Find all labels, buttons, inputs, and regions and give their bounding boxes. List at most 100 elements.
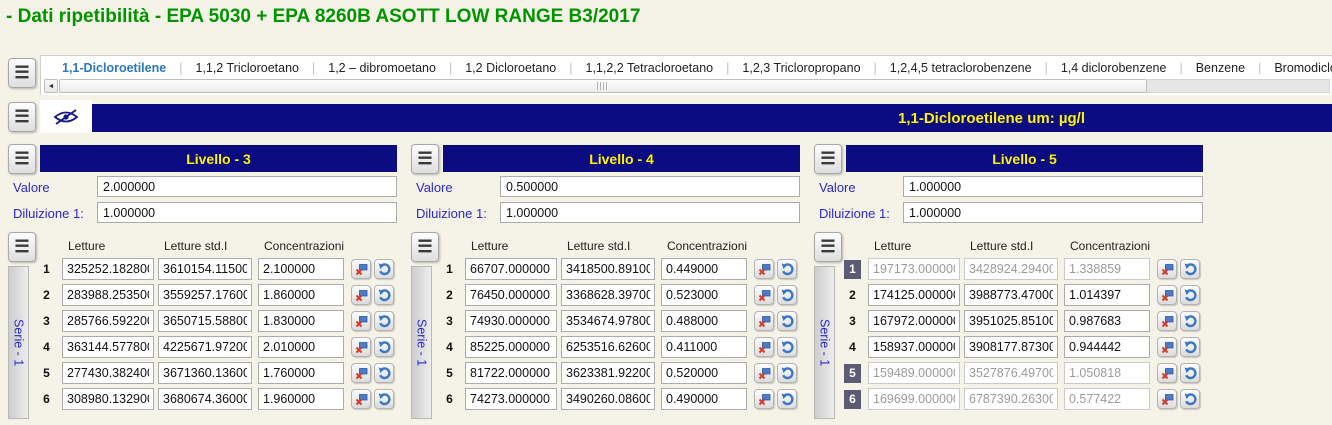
letture-std-input[interactable] bbox=[158, 284, 252, 306]
undo-reading-button[interactable] bbox=[777, 389, 797, 409]
exclude-reading-button[interactable] bbox=[1157, 259, 1177, 279]
valore-input[interactable] bbox=[500, 176, 800, 197]
undo-reading-button[interactable] bbox=[777, 311, 797, 331]
concentrazione-input[interactable] bbox=[661, 362, 747, 384]
letture-std-input[interactable] bbox=[561, 284, 655, 306]
diluizione-input[interactable] bbox=[500, 202, 800, 223]
concentrazione-input[interactable] bbox=[258, 258, 344, 280]
undo-reading-button[interactable] bbox=[1180, 363, 1200, 383]
letture-std-input[interactable] bbox=[964, 310, 1058, 332]
undo-reading-button[interactable] bbox=[374, 363, 394, 383]
tab-tricloroetano[interactable]: 1,1,2 Tricloroetano bbox=[182, 61, 312, 75]
exclude-reading-button[interactable] bbox=[754, 259, 774, 279]
table-menu-button[interactable]: ☰ bbox=[411, 232, 439, 262]
exclude-reading-button[interactable] bbox=[351, 337, 371, 357]
concentrazione-input[interactable] bbox=[1064, 284, 1150, 306]
table-menu-button[interactable]: ☰ bbox=[8, 232, 36, 262]
concentrazione-input[interactable] bbox=[258, 310, 344, 332]
exclude-reading-button[interactable] bbox=[351, 389, 371, 409]
letture-std-input[interactable] bbox=[561, 336, 655, 358]
letture-input[interactable] bbox=[465, 284, 557, 306]
diluizione-input[interactable] bbox=[97, 202, 397, 223]
concentrazione-input[interactable] bbox=[661, 336, 747, 358]
undo-reading-button[interactable] bbox=[1180, 285, 1200, 305]
letture-input[interactable] bbox=[465, 362, 557, 384]
undo-reading-button[interactable] bbox=[1180, 311, 1200, 331]
letture-input[interactable] bbox=[62, 336, 154, 358]
undo-reading-button[interactable] bbox=[777, 285, 797, 305]
letture-std-input[interactable] bbox=[561, 310, 655, 332]
exclude-reading-button[interactable] bbox=[351, 259, 371, 279]
valore-input[interactable] bbox=[903, 176, 1203, 197]
panel-menu-button[interactable]: ☰ bbox=[814, 144, 842, 174]
letture-std-input[interactable] bbox=[964, 258, 1058, 280]
panel-menu-button[interactable]: ☰ bbox=[8, 144, 36, 174]
diluizione-input[interactable] bbox=[903, 202, 1203, 223]
tab-diclorobenzene[interactable]: 1,4 diclorobenzene bbox=[1048, 61, 1180, 75]
letture-input[interactable] bbox=[868, 284, 960, 306]
exclude-reading-button[interactable] bbox=[754, 311, 774, 331]
concentrazione-input[interactable] bbox=[258, 362, 344, 384]
scrollbar-thumb[interactable] bbox=[59, 79, 1147, 93]
undo-reading-button[interactable] bbox=[1180, 337, 1200, 357]
letture-input[interactable] bbox=[465, 336, 557, 358]
letture-input[interactable] bbox=[868, 336, 960, 358]
concentrazione-input[interactable] bbox=[1064, 362, 1150, 384]
exclude-reading-button[interactable] bbox=[1157, 337, 1177, 357]
exclude-reading-button[interactable] bbox=[754, 285, 774, 305]
valore-input[interactable] bbox=[97, 176, 397, 197]
concentrazione-input[interactable] bbox=[1064, 258, 1150, 280]
letture-std-input[interactable] bbox=[158, 258, 252, 280]
undo-reading-button[interactable] bbox=[374, 259, 394, 279]
tab-dicloroetilene[interactable]: 1,1-Dicloroetilene bbox=[49, 61, 179, 75]
undo-reading-button[interactable] bbox=[374, 285, 394, 305]
exclude-reading-button[interactable] bbox=[754, 389, 774, 409]
letture-std-input[interactable] bbox=[158, 336, 252, 358]
concentrazione-input[interactable] bbox=[1064, 336, 1150, 358]
concentrazione-input[interactable] bbox=[258, 284, 344, 306]
tab-bromodiclorometano[interactable]: Bromodiclor bbox=[1261, 61, 1332, 75]
letture-input[interactable] bbox=[62, 310, 154, 332]
tab-tetraclorobenzene[interactable]: 1,2,4,5 tetraclorobenzene bbox=[877, 61, 1045, 75]
letture-input[interactable] bbox=[868, 388, 960, 410]
exclude-reading-button[interactable] bbox=[754, 337, 774, 357]
letture-input[interactable] bbox=[62, 284, 154, 306]
letture-std-input[interactable] bbox=[964, 388, 1058, 410]
toggle-visibility-button[interactable] bbox=[40, 100, 92, 133]
letture-input[interactable] bbox=[465, 310, 557, 332]
exclude-reading-button[interactable] bbox=[351, 363, 371, 383]
concentrazione-input[interactable] bbox=[1064, 310, 1150, 332]
exclude-reading-button[interactable] bbox=[754, 363, 774, 383]
letture-input[interactable] bbox=[868, 362, 960, 384]
scrollbar-track[interactable] bbox=[1147, 79, 1330, 93]
letture-input[interactable] bbox=[868, 258, 960, 280]
letture-std-input[interactable] bbox=[158, 362, 252, 384]
letture-std-input[interactable] bbox=[158, 388, 252, 410]
undo-reading-button[interactable] bbox=[1180, 259, 1200, 279]
undo-reading-button[interactable] bbox=[374, 337, 394, 357]
letture-input[interactable] bbox=[62, 388, 154, 410]
tabs-menu-button[interactable]: ☰ bbox=[8, 58, 36, 88]
exclude-reading-button[interactable] bbox=[351, 311, 371, 331]
tab-tetracloroetano[interactable]: 1,1,2,2 Tetracloroetano bbox=[573, 61, 727, 75]
tab-dibromoetano[interactable]: 1,2 – dibromoetano bbox=[315, 61, 449, 75]
letture-input[interactable] bbox=[62, 362, 154, 384]
letture-std-input[interactable] bbox=[561, 388, 655, 410]
undo-reading-button[interactable] bbox=[374, 389, 394, 409]
concentrazione-input[interactable] bbox=[1064, 388, 1150, 410]
concentrazione-input[interactable] bbox=[258, 388, 344, 410]
scroll-left-button[interactable]: ◄ bbox=[44, 79, 58, 93]
concentrazione-input[interactable] bbox=[258, 336, 344, 358]
letture-std-input[interactable] bbox=[561, 258, 655, 280]
table-menu-button[interactable]: ☰ bbox=[814, 232, 842, 262]
letture-input[interactable] bbox=[868, 310, 960, 332]
substance-menu-button[interactable]: ☰ bbox=[8, 102, 36, 132]
letture-std-input[interactable] bbox=[964, 284, 1058, 306]
letture-std-input[interactable] bbox=[561, 362, 655, 384]
undo-reading-button[interactable] bbox=[1180, 389, 1200, 409]
tab-dicloroetano[interactable]: 1,2 Dicloroetano bbox=[452, 61, 569, 75]
concentrazione-input[interactable] bbox=[661, 258, 747, 280]
letture-input[interactable] bbox=[465, 258, 557, 280]
undo-reading-button[interactable] bbox=[777, 363, 797, 383]
concentrazione-input[interactable] bbox=[661, 284, 747, 306]
